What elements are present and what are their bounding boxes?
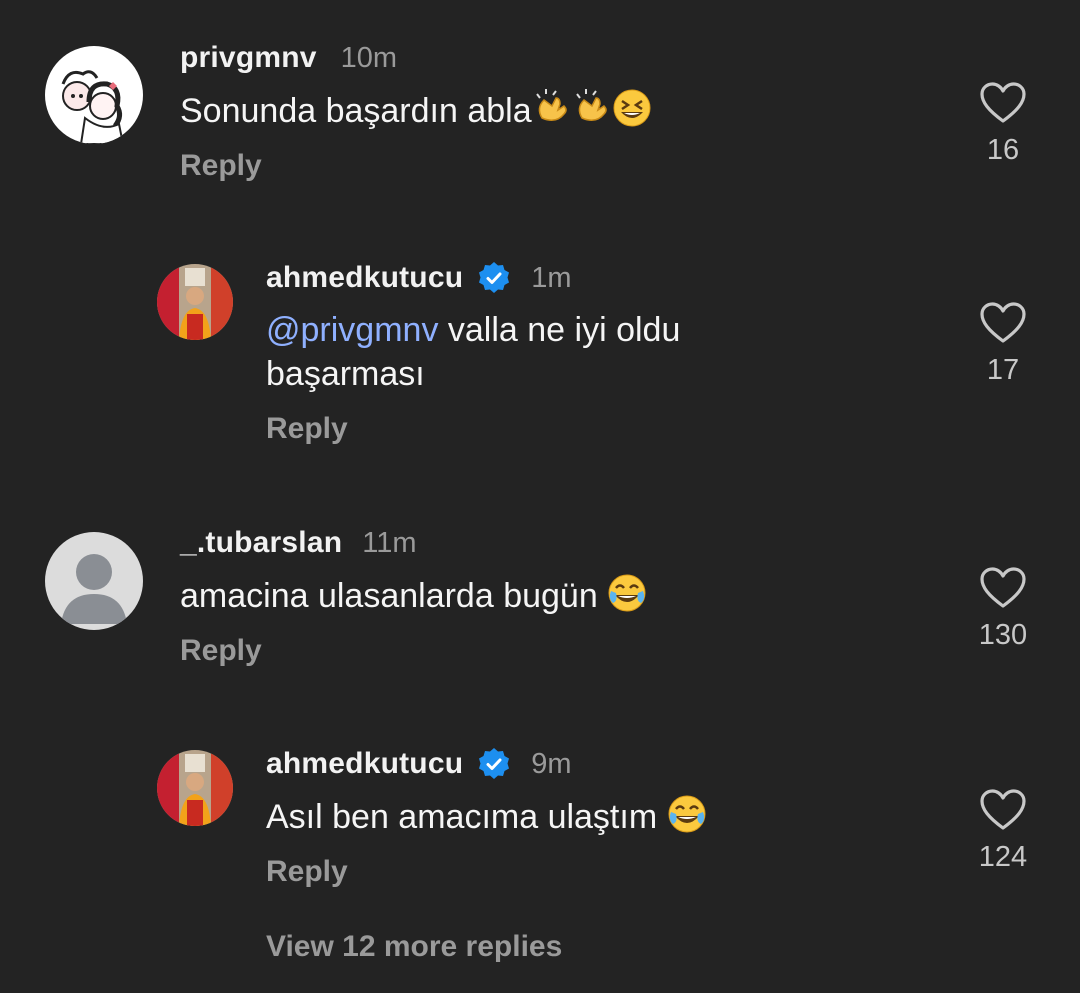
face-with-tears-of-joy-emoji: [607, 573, 647, 613]
comment-text-body: Sonunda başardın abla: [180, 92, 532, 130]
avatar[interactable]: [45, 46, 143, 144]
reply-button[interactable]: Reply: [180, 149, 652, 183]
like-section: 16: [962, 82, 1044, 167]
comment-text-body: amacina ulasanlarda bugün: [180, 577, 608, 615]
heart-icon[interactable]: [980, 302, 1026, 344]
heart-icon[interactable]: [980, 567, 1026, 609]
username[interactable]: ahmedkutucu: [266, 747, 463, 781]
username[interactable]: ahmedkutucu: [266, 261, 463, 295]
reply-button[interactable]: Reply: [180, 634, 647, 668]
like-section: 124: [962, 789, 1044, 874]
mention-link[interactable]: @privgmnv: [266, 311, 438, 349]
avatar[interactable]: [157, 750, 233, 826]
timestamp: 9m: [531, 747, 572, 780]
reply-button[interactable]: Reply: [266, 855, 707, 889]
comment-text: @privgmnv valla ne iyi oldu başarması: [266, 308, 826, 396]
verified-badge-icon: [477, 747, 511, 781]
like-count: 17: [986, 354, 1020, 386]
reply-button[interactable]: Reply: [266, 412, 826, 446]
face-with-tears-of-joy-emoji: [667, 794, 707, 834]
avatar[interactable]: [45, 532, 143, 630]
username[interactable]: privgmnv: [180, 41, 317, 75]
comment-text: amacina ulasanlarda bugün: [180, 573, 647, 618]
grinning-squinting-face-emoji: [612, 88, 652, 128]
like-count: 124: [978, 841, 1028, 873]
heart-icon[interactable]: [980, 789, 1026, 831]
comment-text-body: Asıl ben amacıma ulaştım: [266, 798, 667, 836]
like-section: 130: [962, 567, 1044, 652]
avatar[interactable]: [157, 264, 233, 340]
timestamp: 1m: [531, 261, 572, 294]
like-count: 16: [986, 134, 1020, 166]
heart-icon[interactable]: [980, 82, 1026, 124]
timestamp: 11m: [362, 526, 417, 559]
comment-text: Sonunda başardın abla: [180, 88, 652, 133]
username[interactable]: _.tubarslan: [180, 526, 342, 560]
verified-badge-icon: [477, 261, 511, 295]
timestamp: 10m: [340, 41, 398, 74]
clapping-hands-emoji: [572, 88, 612, 128]
like-count: 130: [978, 619, 1028, 651]
comment-text: Asıl ben amacıma ulaştım: [266, 794, 707, 839]
like-section: 17: [962, 302, 1044, 387]
clapping-hands-emoji: [532, 88, 572, 128]
view-more-replies-button[interactable]: View 12 more replies: [266, 930, 562, 964]
